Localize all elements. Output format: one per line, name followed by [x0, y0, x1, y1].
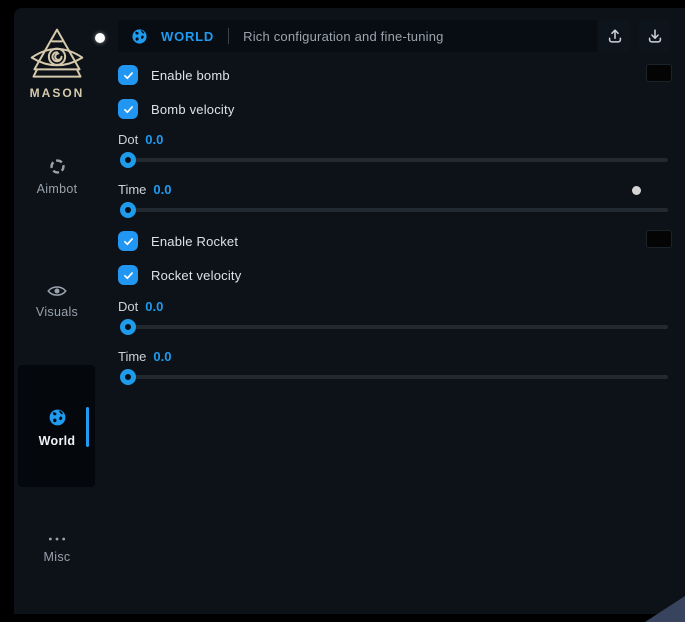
checkbox-label: Bomb velocity: [151, 102, 235, 117]
slider-name: Time: [118, 349, 146, 364]
slider-name: Dot: [118, 299, 138, 314]
dot-slider[interactable]: [120, 319, 668, 335]
checkbox-label: Enable Rocket: [151, 234, 238, 249]
mason-pyramid-eye-icon: [28, 26, 86, 82]
slider-handle[interactable]: [120, 202, 136, 218]
header-divider: [228, 28, 229, 44]
slider-label-dot: Dot 0.0: [118, 132, 163, 148]
slider-value: 0.0: [145, 132, 163, 147]
sidebar-item-label: Misc: [44, 550, 71, 564]
logo-text: MASON: [30, 86, 85, 100]
sidebar-item-misc[interactable]: Misc: [14, 535, 100, 564]
cursor-dot: [632, 186, 641, 195]
logo: MASON: [14, 26, 100, 100]
rocket-velocity-checkbox[interactable]: [118, 265, 138, 285]
dot-slider[interactable]: [120, 152, 668, 168]
slider-track[interactable]: [120, 325, 668, 329]
checkbox-label: Rocket velocity: [151, 268, 241, 283]
ellipsis-icon: [47, 535, 67, 543]
globe-icon: [131, 28, 148, 45]
enable-rocket-checkbox[interactable]: [118, 231, 138, 251]
bomb-velocity-row: Bomb velocity: [118, 99, 235, 119]
bomb-color-swatch[interactable]: [646, 64, 672, 82]
page-title: WORLD: [161, 29, 214, 44]
time-slider[interactable]: [120, 369, 668, 385]
eye-icon: [47, 284, 67, 298]
bomb-velocity-checkbox[interactable]: [118, 99, 138, 119]
slider-name: Dot: [118, 132, 138, 147]
slider-track[interactable]: [120, 208, 668, 212]
sidebar-item-world[interactable]: World: [14, 408, 100, 448]
enable-bomb-row: Enable bomb: [118, 65, 230, 85]
crosshair-icon: [49, 158, 66, 175]
slider-value: 0.0: [145, 299, 163, 314]
sidebar-item-label: Visuals: [36, 305, 78, 319]
sidebar: MASON Aimbot Visuals World: [14, 8, 100, 614]
slider-label-time: Time 0.0: [118, 349, 171, 365]
page-subtitle: Rich configuration and fine-tuning: [243, 29, 443, 44]
sidebar-item-label: World: [39, 434, 76, 448]
download-icon: [646, 27, 664, 45]
cursor-dot: [95, 33, 105, 43]
slider-track[interactable]: [120, 158, 668, 162]
check-icon: [122, 269, 135, 282]
sidebar-item-label: Aimbot: [37, 182, 78, 196]
download-config-button[interactable]: [639, 20, 670, 51]
check-icon: [122, 103, 135, 116]
globe-icon: [48, 408, 67, 427]
time-slider[interactable]: [120, 202, 668, 218]
check-icon: [122, 69, 135, 82]
slider-label-time: Time 0.0: [118, 182, 171, 198]
sidebar-item-aimbot[interactable]: Aimbot: [14, 158, 100, 196]
sidebar-item-visuals[interactable]: Visuals: [14, 284, 100, 319]
slider-value: 0.0: [153, 182, 171, 197]
enable-bomb-checkbox[interactable]: [118, 65, 138, 85]
upload-config-button[interactable]: [599, 20, 630, 51]
slider-value: 0.0: [153, 349, 171, 364]
app-window: MASON Aimbot Visuals World: [14, 8, 685, 614]
page-header: WORLD Rich configuration and fine-tuning: [118, 20, 597, 52]
enable-rocket-row: Enable Rocket: [118, 231, 238, 251]
checkbox-label: Enable bomb: [151, 68, 230, 83]
slider-label-dot: Dot 0.0: [118, 299, 163, 315]
slider-handle[interactable]: [120, 369, 136, 385]
slider-name: Time: [118, 182, 146, 197]
upload-icon: [606, 27, 624, 45]
slider-track[interactable]: [120, 375, 668, 379]
slider-handle[interactable]: [120, 319, 136, 335]
check-icon: [122, 235, 135, 248]
slider-handle[interactable]: [120, 152, 136, 168]
rocket-color-swatch[interactable]: [646, 230, 672, 248]
rocket-velocity-row: Rocket velocity: [118, 265, 241, 285]
